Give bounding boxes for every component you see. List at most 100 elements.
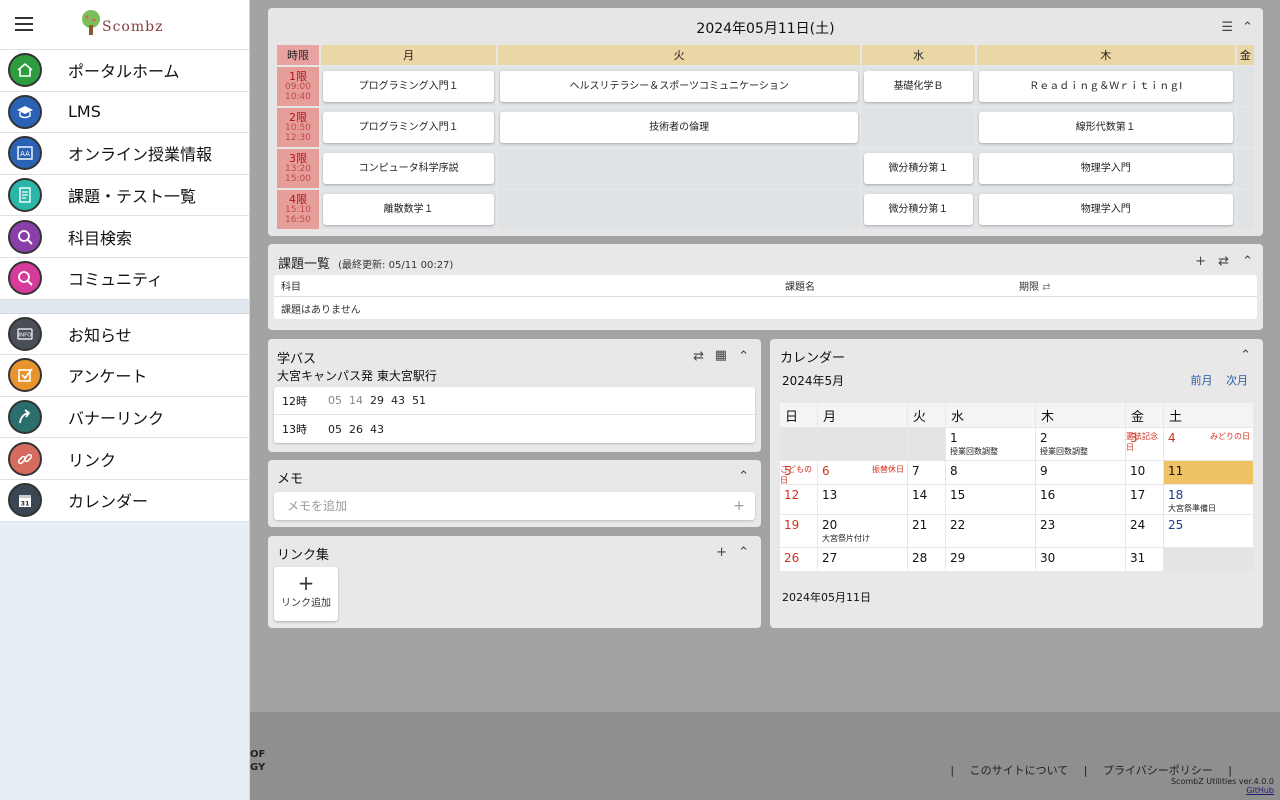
task-table-header: 科目 課題名 期限 ⇄ xyxy=(274,275,1257,297)
calendar-day[interactable]: 30 xyxy=(1035,548,1125,571)
class-card[interactable]: 微分積分第１ xyxy=(864,194,973,225)
grid-icon[interactable]: ▦ xyxy=(715,348,727,363)
next-month-button[interactable]: 次月 xyxy=(1226,374,1248,387)
calendar-day[interactable]: 9 xyxy=(1035,461,1125,484)
class-card[interactable]: 物理学入門 xyxy=(978,153,1233,184)
col-due[interactable]: 期限 ⇄ xyxy=(1019,278,1051,293)
link-icon xyxy=(8,441,42,476)
timetable-cell xyxy=(1236,149,1254,188)
collapse-icon[interactable]: ⌃ xyxy=(1240,348,1251,363)
calendar-day[interactable]: 16 xyxy=(1035,485,1125,514)
menu-icon[interactable]: ☰ xyxy=(1221,20,1233,35)
prev-month-button[interactable]: 前月 xyxy=(1191,374,1213,387)
swap-icon[interactable]: ⇄ xyxy=(1218,254,1229,269)
swap-icon[interactable]: ⇄ xyxy=(693,349,704,364)
sidebar-item-search[interactable]: コミュニティ xyxy=(0,257,249,300)
sidebar-item-label: LMS xyxy=(68,102,101,122)
class-card[interactable]: 離散数学１ xyxy=(323,194,495,225)
sidebar-item-search[interactable]: 科目検索 xyxy=(0,216,249,258)
privacy-link[interactable]: プライバシーポリシー xyxy=(1103,764,1213,777)
calendar-day[interactable]: 20 大宮祭片付け xyxy=(818,515,907,547)
add-link-icon[interactable]: + xyxy=(716,545,727,560)
calendar-day[interactable]: 14 xyxy=(907,485,945,514)
sidebar-item-link[interactable]: リンク xyxy=(0,438,249,480)
calendar-day[interactable]: 21 xyxy=(907,515,945,547)
scombz-logo[interactable]: Scombz xyxy=(80,10,175,40)
weekday-header: 火 xyxy=(907,403,945,427)
class-card[interactable]: 微分積分第１ xyxy=(864,153,973,184)
document-list-icon xyxy=(8,178,42,213)
calendar-day[interactable]: 28 xyxy=(907,548,945,571)
about-link[interactable]: このサイトについて xyxy=(970,764,1069,777)
add-link-label: リンク追加 xyxy=(281,598,331,609)
sidebar-item-graduation-cap[interactable]: LMS xyxy=(0,91,249,134)
day-number: 12 xyxy=(784,488,800,502)
collapse-icon[interactable]: ⌃ xyxy=(1242,254,1253,269)
sidebar-item-info[interactable]: INFO お知らせ xyxy=(0,313,249,356)
class-card[interactable]: Ｒｅａｄｉｎｇ＆ＷｒｉｔｉｎｇⅠ xyxy=(978,71,1233,102)
period-end: 15:00 xyxy=(285,174,311,184)
add-memo-icon[interactable]: + xyxy=(733,492,745,520)
calendar-day[interactable]: 23 xyxy=(1035,515,1125,547)
period-row: 1限 09:00 10:40 プログラミング入門１ ヘルスリテラシー＆スポーツコミュニケ… xyxy=(277,67,1254,106)
calendar-day[interactable]: 22 xyxy=(945,515,1035,547)
sidebar-main-group: ポータルホーム LMS AA オンライン授業情報 課題・テスト一覧 科目検索 コミュニティ xyxy=(0,50,249,300)
calendar-day[interactable]: 11 xyxy=(1163,461,1253,484)
search-icon xyxy=(8,219,42,254)
class-card[interactable]: ヘルスリテラシー＆スポーツコミュニケーション xyxy=(500,71,859,102)
calendar-day[interactable]: 29 xyxy=(945,548,1035,571)
calendar-day[interactable]: 25 xyxy=(1163,515,1253,547)
calendar-day[interactable]: 1 授業回数調整 xyxy=(945,428,1035,460)
calendar-day[interactable]: 3 憲法記念日 xyxy=(1125,428,1163,460)
collapse-icon[interactable]: ⌃ xyxy=(738,469,749,484)
calendar-day[interactable]: 18 大宮祭準備日 xyxy=(1163,485,1253,514)
class-card[interactable]: プログラミング入門１ xyxy=(323,71,495,102)
day-number: 23 xyxy=(1039,518,1056,532)
sidebar-item-checkbox[interactable]: アンケート xyxy=(0,355,249,397)
calendar-panel: カレンダー ⌃ 2024年5月 前月 次月 日月火水木金土 1 授業回数調整 2 授業… xyxy=(770,339,1263,628)
sidebar-item-classroom[interactable]: AA オンライン授業情報 xyxy=(0,133,249,175)
period-name: 4限 xyxy=(289,193,307,206)
github-link[interactable]: GitHub xyxy=(1171,786,1274,795)
class-card[interactable]: 技術者の倫理 xyxy=(500,112,859,143)
calendar-day[interactable]: 15 xyxy=(945,485,1035,514)
class-card[interactable]: 線形代数第１ xyxy=(978,112,1233,143)
day-number: 14 xyxy=(911,488,928,502)
timetable-cell: ヘルスリテラシー＆スポーツコミュニケーション xyxy=(498,67,861,106)
sidebar-item-calendar[interactable]: 31 カレンダー xyxy=(0,479,249,522)
class-card[interactable]: 物理学入門 xyxy=(978,194,1233,225)
collapse-icon[interactable]: ⌃ xyxy=(1242,20,1253,35)
collapse-icon[interactable]: ⌃ xyxy=(738,545,749,560)
calendar-day[interactable]: 7 xyxy=(907,461,945,484)
day-number: 8 xyxy=(949,464,958,478)
calendar-day[interactable]: 24 xyxy=(1125,515,1163,547)
class-card[interactable]: プログラミング入門１ xyxy=(323,112,495,143)
calendar-day[interactable]: 17 xyxy=(1125,485,1163,514)
add-task-icon[interactable]: + xyxy=(1195,254,1206,269)
sort-icon[interactable]: ⇄ xyxy=(1042,282,1050,293)
calendar-day[interactable]: 2 授業回数調整 xyxy=(1035,428,1125,460)
calendar-day[interactable]: 12 xyxy=(780,485,817,514)
day-number: 28 xyxy=(911,551,928,565)
calendar-day[interactable]: 13 xyxy=(818,485,907,514)
sidebar-item-banner-arrow[interactable]: バナーリンク xyxy=(0,396,249,439)
calendar-day[interactable]: 26 xyxy=(780,548,817,571)
period-cell: 2限 10:50 12:30 xyxy=(277,108,319,147)
calendar-day[interactable]: 19 xyxy=(780,515,817,547)
calendar-day[interactable]: 31 xyxy=(1125,548,1163,571)
calendar-day[interactable]: 4 みどりの日 xyxy=(1163,428,1253,460)
period-row: 4限 15:10 16:50 離散数学１ 微分積分第１ 物理学入門 xyxy=(277,190,1254,229)
collapse-icon[interactable]: ⌃ xyxy=(738,349,749,364)
class-card[interactable]: コンピュータ科学序説 xyxy=(323,153,495,184)
calendar-day[interactable]: 10 xyxy=(1125,461,1163,484)
sidebar-item-home[interactable]: ポータルホーム xyxy=(0,50,249,92)
calendar-day[interactable]: 27 xyxy=(818,548,907,571)
calendar-day[interactable]: 5 こどもの日 xyxy=(780,461,817,485)
hamburger-menu-icon[interactable] xyxy=(15,17,33,31)
add-link-button[interactable]: + リンク追加 xyxy=(274,567,338,621)
class-card[interactable]: 基礎化学Ｂ xyxy=(864,71,973,102)
calendar-day[interactable]: 6 振替休日 xyxy=(818,461,907,484)
calendar-day[interactable]: 8 xyxy=(945,461,1035,484)
sidebar-item-document-list[interactable]: 課題・テスト一覧 xyxy=(0,174,249,217)
memo-input[interactable]: メモを追加 + xyxy=(274,492,755,520)
